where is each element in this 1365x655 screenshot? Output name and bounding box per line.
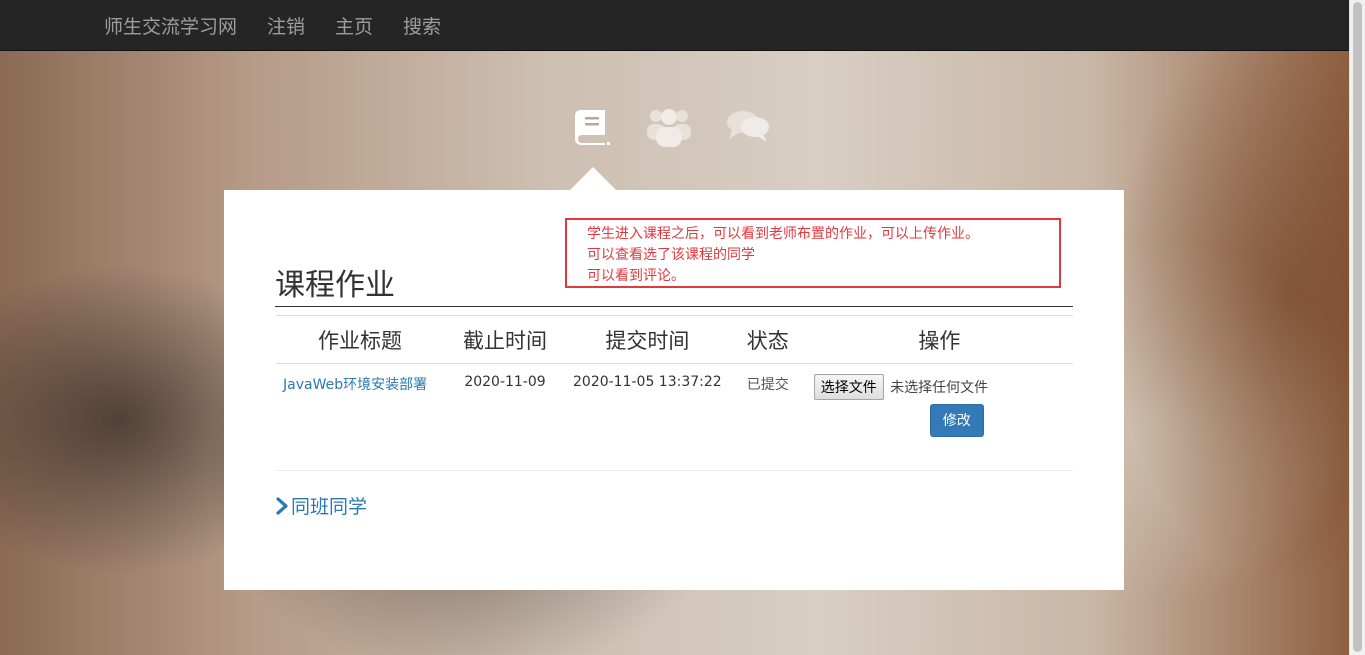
scrollbar-thumb[interactable] — [1353, 2, 1362, 652]
active-section-caret — [570, 167, 616, 190]
nav-links: 师生交流学习网 注销 主页 搜索 — [104, 0, 471, 50]
cell-title: JavaWeb环境安装部署 — [275, 364, 445, 448]
homework-table: 作业标题 截止时间 提交时间 状态 操作 JavaWeb环境安装部署 2020-… — [275, 315, 1073, 447]
choose-file-button[interactable]: 选择文件 — [813, 374, 884, 400]
nav-item-home[interactable]: 主页 — [335, 12, 373, 39]
book-icon[interactable] — [572, 106, 612, 150]
table-row: JavaWeb环境安装部署 2020-11-09 2020-11-05 13:3… — [275, 364, 1073, 448]
header-status: 状态 — [729, 315, 806, 364]
homework-table-wrap: 作业标题 截止时间 提交时间 状态 操作 JavaWeb环境安装部署 2020-… — [275, 315, 1073, 447]
modify-button[interactable]: 修改 — [929, 404, 984, 437]
comments-icon[interactable] — [726, 108, 770, 148]
section-divider — [275, 470, 1073, 471]
file-status-text: 未选择任何文件 — [890, 380, 989, 396]
header-actions: 操作 — [805, 315, 1073, 364]
top-navbar: 师生交流学习网 注销 主页 搜索 — [0, 0, 1350, 51]
vertical-scrollbar[interactable] — [1349, 0, 1365, 655]
header-deadline: 截止时间 — [445, 315, 565, 364]
header-title: 作业标题 — [275, 315, 445, 364]
nav-item-search[interactable]: 搜索 — [403, 12, 441, 39]
section-title: 课程作业 — [275, 260, 1073, 307]
cell-deadline: 2020-11-09 — [464, 374, 546, 390]
classmates-toggle[interactable]: 同班同学 — [275, 492, 367, 519]
cell-submitted: 2020-11-05 13:37:22 — [573, 374, 722, 390]
section-icon-nav — [572, 105, 804, 150]
users-icon[interactable] — [646, 105, 692, 151]
table-header-row: 作业标题 截止时间 提交时间 状态 操作 — [275, 315, 1073, 364]
nav-item-logout[interactable]: 注销 — [267, 12, 305, 39]
cell-status: 已提交 — [746, 377, 789, 393]
cell-actions: 选择文件 未选择任何文件 修改 — [806, 364, 1073, 448]
nav-brand[interactable]: 师生交流学习网 — [104, 12, 237, 39]
classmates-label: 同班同学 — [291, 496, 368, 518]
header-submitted: 提交时间 — [565, 315, 730, 364]
note-line-1: 学生进入课程之后，可以看到老师布置的作业，可以上传作业。 — [587, 226, 979, 242]
course-panel: 学生进入课程之后，可以看到老师布置的作业，可以上传作业。 可以查看选了该课程的同… — [224, 190, 1124, 590]
homework-title-link[interactable]: JavaWeb环境安装部署 — [283, 377, 427, 393]
chevron-right-icon — [276, 496, 288, 515]
